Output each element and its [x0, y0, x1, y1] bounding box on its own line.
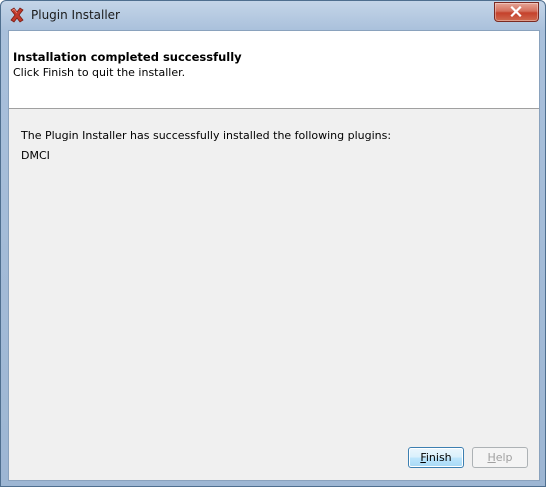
window-title: Plugin Installer — [31, 8, 120, 22]
title-bar[interactable]: Plugin Installer — [1, 1, 545, 30]
plugin-installer-window: Plugin Installer Installation completed … — [0, 0, 546, 487]
finish-button[interactable]: Finish — [408, 447, 464, 468]
help-mnemonic: H — [487, 451, 496, 464]
plugin-item: DMCI — [21, 149, 50, 162]
window-frame-bottom — [1, 479, 545, 486]
help-button[interactable]: Help — [472, 447, 528, 468]
app-x-icon — [9, 7, 25, 23]
header-subtitle: Click Finish to quit the installer. — [13, 66, 186, 79]
close-icon — [510, 6, 522, 17]
header-panel: Installation completed successfully Clic… — [9, 31, 539, 109]
help-label: elp — [495, 451, 513, 464]
success-message: The Plugin Installer has successfully in… — [21, 129, 392, 142]
header-title: Installation completed successfully — [13, 50, 242, 64]
close-button[interactable] — [494, 2, 539, 22]
finish-label: inish — [425, 451, 452, 464]
plugin-list: DMCI — [21, 149, 50, 162]
dialog-content: Installation completed successfully Clic… — [8, 30, 540, 481]
